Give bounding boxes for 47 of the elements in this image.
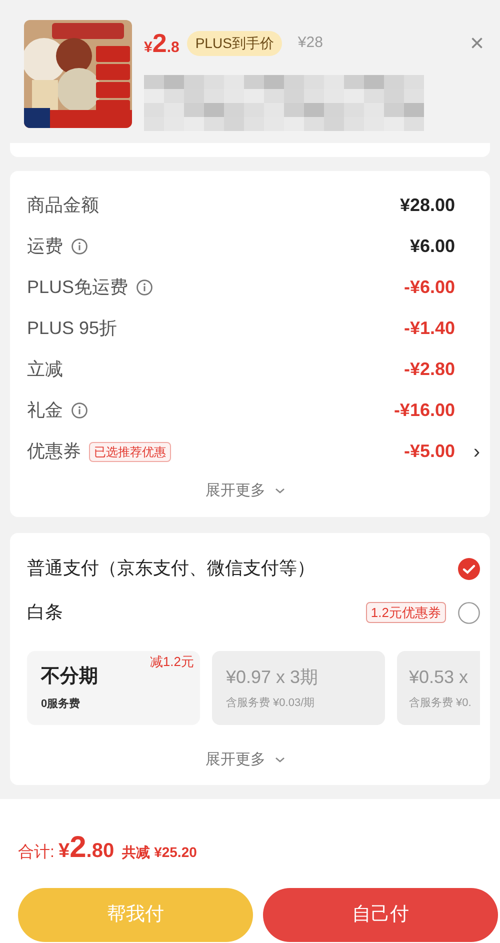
fee-label: PLUS免运费: [27, 276, 128, 299]
fee-label: 优惠券: [27, 440, 81, 463]
coupon-tag: 已选推荐优惠: [89, 442, 171, 462]
chevron-down-icon: [274, 756, 286, 764]
fee-label: PLUS 95折: [27, 317, 118, 340]
fee-value: -¥16.00: [394, 399, 455, 422]
fee-label: 商品金额: [27, 194, 99, 217]
fee-value: -¥5.00: [404, 440, 455, 463]
saved-amount: ¥25.20: [154, 843, 197, 862]
plan-fee: 含服务费 ¥0.: [409, 696, 472, 711]
radio-checked-icon[interactable]: [458, 558, 480, 580]
fee-value: ¥28.00: [400, 194, 455, 217]
plan-title: ¥0.97 x 3期: [226, 666, 320, 689]
info-icon[interactable]: [71, 238, 88, 255]
close-button[interactable]: ×: [470, 32, 484, 56]
total-price: ¥2.80: [58, 830, 114, 866]
discount-label: 减1.2元: [150, 652, 194, 670]
chevron[interactable]: ›: [473, 442, 480, 462]
installment-card[interactable]: ¥0.53 x 含服务费 ¥0.: [397, 650, 480, 724]
plan-title: 不分期: [41, 665, 99, 689]
info-icon[interactable]: [71, 402, 88, 419]
plan-title: ¥0.53 x: [409, 666, 470, 689]
installment-card[interactable]: 减1.2元 不分期 0服务费: [27, 650, 200, 724]
plan-fee: 0服务费: [41, 696, 82, 712]
payment-method-label[interactable]: 白条: [27, 599, 354, 626]
coupon-tag: 1.2元优惠券: [366, 602, 446, 624]
fee-value: -¥2.80: [404, 358, 455, 381]
chevron-down-icon: [274, 487, 286, 496]
plan-fee: 含服务费 ¥0.03/期: [226, 696, 316, 711]
pay-button[interactable]: 自己付: [263, 888, 498, 942]
radio-button[interactable]: [458, 602, 480, 624]
info-icon[interactable]: [136, 279, 154, 296]
fee-value: -¥1.40: [404, 317, 455, 340]
expand-more-button[interactable]: 展开更多: [206, 748, 286, 771]
saved-label: 共减: [122, 843, 150, 862]
plus-price-badge: PLUS到手价: [187, 31, 282, 56]
original-price: ¥28: [298, 33, 323, 54]
payment-method-label[interactable]: 普通支付（京东支付、微信支付等）: [27, 555, 446, 582]
installment-card[interactable]: ¥0.97 x 3期 含服务费 ¥0.03/期: [212, 650, 385, 724]
total-label: 合计:: [18, 842, 54, 863]
fee-value: ¥6.00: [410, 235, 455, 258]
fee-label: 礼金: [27, 399, 63, 422]
fee-value: -¥6.00: [404, 276, 455, 299]
product-price: ¥2.8: [144, 27, 180, 60]
expand-more-button[interactable]: 展开更多: [206, 480, 286, 502]
fee-label: 立减: [27, 358, 63, 381]
fee-label: 运费: [27, 235, 63, 258]
